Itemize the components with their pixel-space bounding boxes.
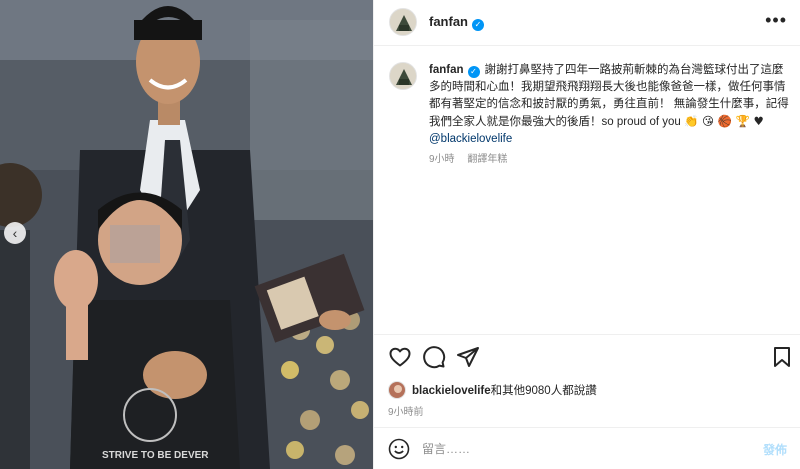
svg-text:STRIVE TO BE DEVER: STRIVE TO BE DEVER [102, 450, 209, 461]
caption-mention-link[interactable]: @blackielovelife [429, 133, 512, 145]
smiley-icon[interactable] [388, 438, 410, 460]
caption-timestamp: 9小時 [429, 154, 455, 165]
comment-bar: 發佈 [374, 427, 800, 469]
chevron-left-icon: ‹ [12, 225, 18, 241]
caption-text-block: fanfan ✓ 謝謝打鼻堅持了四年一路披荊斬棘的為台灣籃球付出了這麼多的時間和心血… [429, 62, 789, 148]
photo-illustration: STRIVE TO BE DEVER [0, 0, 373, 469]
verified-badge-icon: ✓ [472, 19, 484, 31]
heart-icon[interactable] [388, 345, 412, 369]
post-actions-bar [374, 334, 800, 380]
caption-username[interactable]: fanfan [429, 64, 464, 76]
post-comment-button[interactable]: 發佈 [763, 441, 787, 458]
likes-text[interactable]: blackielovelife和其他9080人都說讚 [412, 382, 597, 398]
post-photo: STRIVE TO BE DEVER ‹ [0, 0, 373, 469]
translate-link[interactable]: 翻譯年糕 [467, 154, 507, 165]
caption-emojis: 👏 😘 🏀 🏆 ♥ [683, 114, 764, 128]
verified-badge-icon: ✓ [467, 66, 480, 78]
bookmark-icon[interactable] [770, 345, 794, 369]
paper-plane-icon[interactable] [456, 345, 480, 369]
caption-meta: 9小時 翻譯年糕 [429, 150, 517, 165]
likes-count-text: 和其他9080人都說讚 [490, 385, 597, 397]
liker-avatar[interactable] [388, 381, 406, 399]
liker-username[interactable]: blackielovelife [412, 385, 491, 397]
author-username[interactable]: fanfan ✓ [429, 14, 484, 31]
comment-input[interactable] [422, 439, 742, 459]
comment-icon[interactable] [422, 345, 446, 369]
post-side-panel: fanfan ✓ ••• fanfan ✓ 謝謝打鼻堅持了四年一路披荊斬棘的為台灣籃球… [373, 0, 800, 469]
more-options-icon[interactable]: ••• [765, 10, 787, 31]
carousel-prev-button[interactable]: ‹ [4, 222, 26, 244]
caption-avatar[interactable] [389, 62, 417, 90]
post-timestamp: 9小時前 [388, 407, 424, 418]
author-avatar[interactable] [389, 8, 417, 36]
post-header: fanfan ✓ ••• [374, 0, 800, 46]
likes-summary: blackielovelife和其他9080人都說讚 [388, 380, 597, 400]
